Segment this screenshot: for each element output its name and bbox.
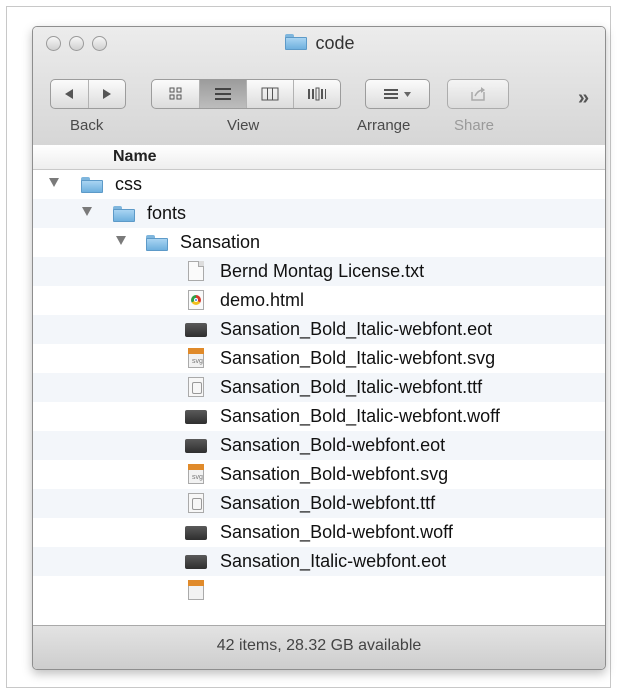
- file-name: Sansation_Bold_Italic-webfont.eot: [220, 319, 493, 339]
- back-label: Back: [70, 117, 104, 134]
- list-item[interactable]: Sansation_Bold_Italic-webfont.woff: [33, 402, 605, 431]
- view-label: View: [227, 117, 260, 134]
- list-item[interactable]: svg Sansation_Bold_Italic-webfont.svg: [33, 344, 605, 373]
- forward-arrow-icon: [102, 89, 111, 99]
- font-file-icon: [185, 439, 207, 453]
- coverflow-view-button[interactable]: [294, 80, 340, 108]
- chevron-down-icon: [403, 92, 411, 97]
- list-item[interactable]: Sansation_Italic-webfont.eot: [33, 547, 605, 576]
- status-bar: 42 items, 28.32 GB available: [33, 625, 605, 669]
- folder-icon: [81, 177, 103, 193]
- disclosure-triangle-icon[interactable]: [116, 236, 126, 245]
- file-name: fonts: [147, 203, 187, 223]
- window-title: code: [33, 33, 605, 54]
- font-file-icon: [185, 526, 207, 540]
- list-item[interactable]: Sansation: [33, 228, 605, 257]
- list-item[interactable]: css: [33, 170, 605, 199]
- file-name: Sansation: [180, 232, 261, 252]
- file-name: Sansation_Bold_Italic-webfont.svg: [220, 348, 496, 368]
- arrange-grid-icon: [383, 89, 411, 99]
- file-name: Sansation_Bold-webfont.eot: [220, 435, 446, 455]
- forward-button[interactable]: [89, 80, 126, 108]
- toolbar-overflow-button[interactable]: »: [578, 87, 589, 110]
- column-view-button[interactable]: [247, 80, 294, 108]
- column-view-icon: [261, 87, 279, 101]
- icon-view-icon: [169, 87, 181, 100]
- file-name: demo.html: [220, 290, 305, 310]
- font-file-icon: [185, 410, 207, 424]
- file-list: css fonts Sansation Bernd Montag License…: [33, 170, 605, 625]
- list-item[interactable]: Sansation_Bold_Italic-webfont.eot: [33, 315, 605, 344]
- list-view-icon: [215, 88, 231, 100]
- back-button[interactable]: [51, 80, 89, 108]
- finder-window: code Back View Arrange Share » Name css …: [32, 26, 606, 670]
- column-header-row: Name: [33, 145, 605, 170]
- file-name: Sansation_Bold_Italic-webfont.ttf: [220, 377, 483, 397]
- file-name: Sansation_Bold-webfont.ttf: [220, 493, 436, 513]
- folder-icon: [283, 33, 309, 51]
- file-name: Bernd Montag License.txt: [220, 261, 425, 281]
- text-file-icon: [188, 261, 204, 281]
- file-name: Sansation_Bold-webfont.svg: [220, 464, 449, 484]
- disclosure-triangle-icon[interactable]: [82, 207, 92, 216]
- svg-file-icon: svg: [188, 464, 204, 484]
- file-name: Sansation_Bold-webfont.woff: [220, 522, 453, 542]
- font-file-icon: [185, 555, 207, 569]
- svg-file-icon: [188, 580, 204, 600]
- arrange-label: Arrange: [357, 117, 411, 134]
- icon-view-button[interactable]: [152, 80, 200, 108]
- list-item[interactable]: demo.html: [33, 286, 605, 315]
- arrange-cell: [366, 80, 429, 108]
- view-control: [151, 79, 341, 109]
- name-column-header[interactable]: Name: [113, 148, 157, 166]
- share-label: Share: [454, 117, 495, 134]
- list-item[interactable]: Sansation_Bold-webfont.woff: [33, 518, 605, 547]
- list-view-button[interactable]: [200, 80, 247, 108]
- status-text: 42 items, 28.32 GB available: [216, 637, 422, 654]
- ttf-file-icon: [188, 377, 204, 397]
- chrome-html-file-icon: [188, 290, 204, 310]
- share-button[interactable]: [447, 79, 509, 109]
- list-item[interactable]: Sansation_Bold-webfont.eot: [33, 431, 605, 460]
- list-item[interactable]: svg Sansation_Bold-webfont.svg: [33, 460, 605, 489]
- back-arrow-icon: [65, 89, 74, 99]
- file-name: Sansation_Bold_Italic-webfont.woff: [220, 406, 500, 426]
- file-name: Sansation_Italic-webfont.eot: [220, 551, 447, 571]
- folder-icon: [113, 206, 135, 222]
- coverflow-view-icon: [308, 87, 326, 101]
- file-name: css: [115, 174, 142, 194]
- list-item[interactable]: Sansation_Bold-webfont.ttf: [33, 489, 605, 518]
- window-title-text: code: [315, 33, 355, 53]
- arrange-button[interactable]: [365, 79, 430, 109]
- share-cell: [448, 80, 508, 108]
- ttf-file-icon: [188, 493, 204, 513]
- list-item[interactable]: Sansation_Bold_Italic-webfont.ttf: [33, 373, 605, 402]
- svg-file-icon: svg: [188, 348, 204, 368]
- disclosure-triangle-icon[interactable]: [49, 178, 59, 187]
- toolbar: code Back View Arrange Share »: [33, 27, 605, 146]
- list-item[interactable]: Bernd Montag License.txt: [33, 257, 605, 286]
- list-item[interactable]: fonts: [33, 199, 605, 228]
- back-forward-control: [50, 79, 126, 109]
- share-icon: [471, 87, 485, 101]
- list-item-partial[interactable]: [33, 576, 605, 605]
- font-file-icon: [185, 323, 207, 337]
- folder-icon: [146, 235, 168, 251]
